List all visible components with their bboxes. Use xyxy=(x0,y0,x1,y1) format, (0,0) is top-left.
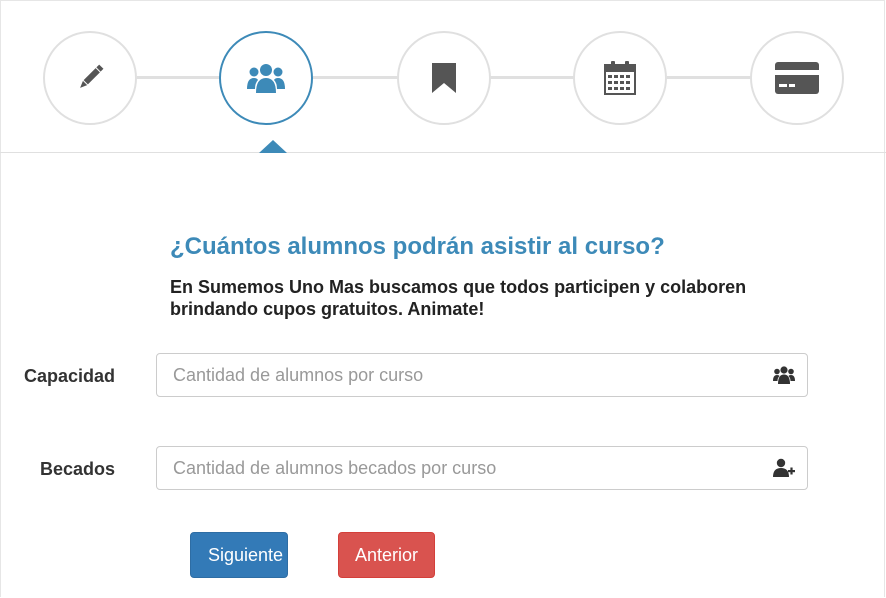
scholarships-label: Becados xyxy=(39,459,115,479)
wizard-step-students[interactable] xyxy=(219,31,313,125)
question-title: ¿Cuántos alumnos podrán asistir al curso… xyxy=(170,233,665,260)
capacity-input[interactable] xyxy=(157,354,757,396)
pencil-icon xyxy=(80,64,104,88)
scholarships-input[interactable] xyxy=(157,447,757,489)
next-button[interactable]: Siguiente xyxy=(190,532,288,578)
credit-card-icon xyxy=(775,62,819,94)
wizard-step-payment[interactable] xyxy=(750,31,844,125)
step-connector xyxy=(490,76,575,79)
question-description: En Sumemos Uno Mas buscamos que todos pa… xyxy=(170,277,747,319)
users-icon xyxy=(247,64,285,93)
bookmark-icon xyxy=(432,63,456,93)
wizard-steps xyxy=(0,0,886,153)
step-connector xyxy=(313,76,399,79)
wizard-step-bookmark[interactable] xyxy=(397,31,491,125)
capacity-label: Capacidad xyxy=(23,366,115,386)
step-connector xyxy=(137,76,221,79)
step-connector xyxy=(667,76,752,79)
calendar-icon xyxy=(604,61,636,95)
capacity-field-group xyxy=(156,353,808,397)
active-step-indicator xyxy=(259,140,287,153)
user-plus-icon xyxy=(773,458,795,477)
previous-button[interactable]: Anterior xyxy=(338,532,435,578)
wizard-step-edit[interactable] xyxy=(43,31,137,125)
users-icon xyxy=(773,366,795,384)
wizard-step-schedule[interactable] xyxy=(573,31,667,125)
scholarships-field-group xyxy=(156,446,808,490)
